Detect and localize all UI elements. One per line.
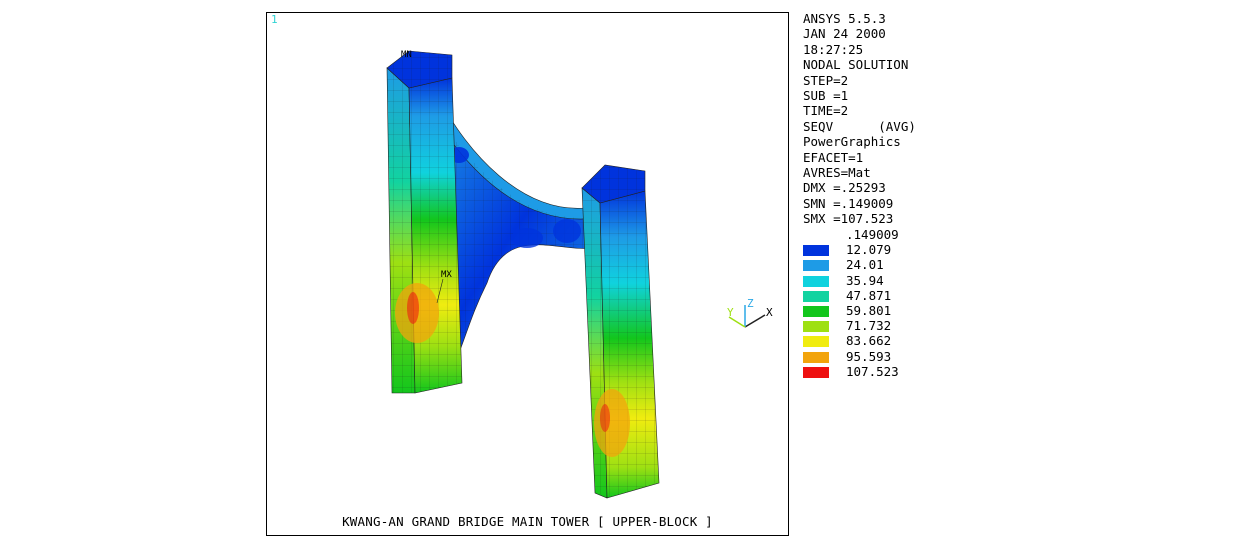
legend-swatch	[803, 260, 829, 272]
z-axis-label: Z	[747, 297, 754, 310]
legend-swatch	[803, 336, 829, 348]
legend-value: 24.01	[846, 257, 884, 273]
legend-value: 35.94	[846, 272, 884, 288]
legend-swatch	[803, 290, 829, 302]
legend-value: 47.871	[846, 287, 892, 303]
legend-row: 95.593	[803, 349, 943, 364]
axis-triad: X Z Y	[727, 297, 773, 328]
legend-swatch	[803, 245, 829, 257]
plot-title: KWANG-AN GRAND BRIDGE MAIN TOWER [ UPPER…	[342, 514, 713, 529]
legend-value: 95.593	[846, 348, 892, 364]
legend-value: 107.523	[846, 363, 899, 379]
legend-swatch	[803, 321, 829, 333]
legend-value: 83.662	[846, 333, 892, 349]
legend-swatch	[803, 351, 829, 363]
solution-info-panel: ANSYS 5.5.3 JAN 24 2000 18:27:25 NODAL SOLU…	[803, 11, 1003, 227]
max-marker: MX	[441, 270, 452, 280]
info-line: STEP=2	[803, 72, 849, 88]
legend-swatch	[803, 275, 829, 287]
info-line: SUB =1	[803, 88, 849, 104]
legend-row: 35.94	[803, 273, 943, 288]
legend-row: 71.732	[803, 318, 943, 333]
info-line: ANSYS 5.5.3	[803, 11, 886, 26]
tower-stress-model[interactable]: MN MX X Z Y	[267, 13, 790, 537]
legend-min-value: .149009	[846, 227, 899, 242]
info-line: SMX =107.523	[803, 211, 894, 227]
legend-row: 12.079	[803, 242, 943, 257]
legend-swatch	[803, 366, 829, 378]
info-line: EFACET=1	[803, 149, 864, 165]
legend-row: 107.523	[803, 364, 943, 379]
legend-row: 24.01	[803, 257, 943, 272]
legend-row: 47.871	[803, 288, 943, 303]
x-axis-label: X	[766, 306, 773, 319]
legend-value: 12.079	[846, 242, 892, 258]
info-line: SMN =.149009	[803, 195, 894, 211]
info-line: NODAL SOLUTION	[803, 57, 909, 73]
info-line: DMX =.25293	[803, 180, 886, 196]
legend-row: 59.801	[803, 303, 943, 318]
legend-value: 71.732	[846, 318, 892, 334]
y-axis-label: Y	[727, 306, 734, 319]
info-line: PowerGraphics	[803, 134, 901, 150]
legend-value: 59.801	[846, 302, 892, 318]
legend-row: 83.662	[803, 333, 943, 348]
info-line: 18:27:25	[803, 41, 864, 57]
info-line: TIME=2	[803, 103, 849, 119]
min-marker: MN	[401, 50, 412, 60]
graphics-window[interactable]: 1 MN MX X Z Y KWANG-AN GRAND BRIDGE MAIN…	[266, 12, 789, 536]
info-line: JAN 24 2000	[803, 26, 886, 42]
contour-legend: .149009 12.079 24.01 35.94 47.871 59.801 71.7…	[803, 227, 943, 379]
legend-swatch	[803, 305, 829, 317]
info-line: AVRES=Mat	[803, 165, 871, 181]
info-line: SEQV (AVG)	[803, 118, 916, 134]
